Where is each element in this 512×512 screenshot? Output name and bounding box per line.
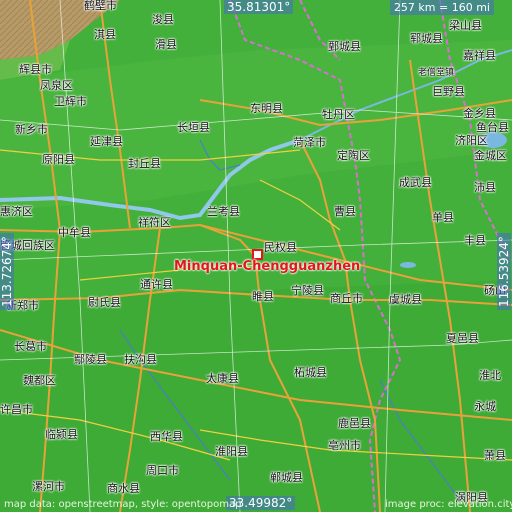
city-label-huiji: 惠济区 (0, 205, 33, 218)
city-label-shangshui: 商水县 (107, 482, 140, 495)
city-label-huaxian: 滑县 (155, 38, 177, 51)
city-label-xuchang: 许昌市 (0, 403, 33, 416)
city-label-mudan: 牡丹区 (322, 108, 355, 121)
city-label-yongcheng: 永城 (474, 400, 496, 413)
city-label-jiyang: 济阳区 (455, 134, 488, 147)
city-label-dingtao: 定陶区 (337, 149, 370, 162)
city-label-linying: 临颍县 (45, 428, 78, 441)
city-label-yucheng: 虞城县 (389, 293, 422, 306)
city-label-peixian: 沛县 (474, 181, 496, 194)
city-label-qixian: 淇县 (94, 28, 116, 41)
city-label-juye: 巨野县 (432, 85, 465, 98)
city-label-fengquan: 凤泉区 (40, 79, 73, 92)
city-label-suixian: 睢县 (252, 290, 274, 303)
city-label-jiaxiang: 嘉祥县 (463, 49, 496, 62)
city-label-heze: 菏泽市 (293, 136, 326, 149)
city-label-hebi: 鹤壁市 (84, 0, 117, 12)
top-latitude: 35.81301° (224, 0, 294, 14)
city-label-laosengtang: 老僧堂镇 (418, 68, 455, 78)
city-label-changge: 长葛市 (14, 340, 47, 353)
city-label-fugou: 扶沟县 (124, 353, 157, 366)
city-label-huaibei: 淮北 (479, 369, 501, 382)
left-longitude: 113.72674° (0, 233, 14, 310)
city-label-weihui: 卫辉市 (54, 95, 87, 108)
map-viewport[interactable]: 鹤壁市 浚县 淇县 滑县 辉县市 凤泉区 卫辉市 新乡市 延津县 长垣县 东明县… (0, 0, 512, 512)
city-label-fengxian: 丰县 (464, 234, 486, 247)
city-label-dancheng: 郸城县 (270, 471, 303, 484)
city-label-junxian: 浚县 (152, 13, 174, 26)
city-label-lankao: 兰考县 (207, 205, 240, 218)
right-longitude: 116.53924° (497, 233, 511, 310)
city-label-yuanyang: 原阳县 (42, 153, 75, 166)
city-label-yuncheng: 郓城县 (410, 32, 443, 45)
city-label-zhecheng: 柘城县 (294, 366, 327, 379)
city-label-changyuan: 长垣县 (177, 121, 210, 134)
city-label-taikang: 太康县 (206, 372, 239, 385)
city-label-tongxu: 通许县 (140, 278, 173, 291)
city-label-fengqiu: 封丘县 (128, 157, 161, 170)
city-label-zhongmou: 中牟县 (58, 226, 91, 239)
attribution-left: map data: openstreetmap, style: opentopo… (4, 499, 242, 510)
city-label-shangqiu: 商丘市 (330, 292, 363, 305)
city-label-juancheng: 鄄城县 (328, 40, 361, 53)
attribution-right: image proc: elevation.city (385, 499, 512, 510)
city-label-luohe: 漯河市 (32, 480, 65, 493)
city-label-yutai: 鱼台县 (476, 121, 509, 134)
city-label-huaiyang: 淮阳县 (215, 445, 248, 458)
city-label-yanling: 鄢陵县 (74, 353, 107, 366)
city-label-bozhou: 亳州市 (328, 439, 361, 452)
city-label-weishi: 尉氏县 (88, 296, 121, 309)
city-label-yanjin: 延津县 (90, 135, 123, 148)
city-label-jinxiang: 金乡县 (463, 107, 496, 120)
city-label-jincheng: 金城区 (474, 149, 507, 162)
city-label-danxian: 单县 (432, 211, 454, 224)
city-label-xiaoxian: 萧县 (484, 449, 506, 462)
city-label-xinxiang: 新乡市 (15, 123, 48, 136)
location-label: Minquan-Chengguanzhen (174, 259, 361, 274)
city-label-liangshan: 梁山县 (449, 19, 482, 32)
city-label-xiayi: 夏邑县 (446, 332, 479, 345)
city-label-luyi: 鹿邑县 (338, 417, 371, 430)
scale-bar: 257 km = 160 mi (389, 0, 494, 15)
city-label-ningling: 宁陵县 (291, 284, 324, 297)
city-label-xiangfu: 祥符区 (138, 216, 171, 229)
city-label-zhoukou: 周口市 (146, 464, 179, 477)
city-label-minquan: 民权县 (264, 241, 297, 254)
city-label-caoxian: 曹县 (334, 205, 356, 218)
city-label-chengwu: 成武县 (399, 176, 432, 189)
city-label-weidu: 魏都区 (23, 374, 56, 387)
city-label-xihua: 西华县 (150, 430, 183, 443)
city-label-dongming: 东明县 (250, 102, 283, 115)
city-label-huixian: 辉县市 (19, 63, 52, 76)
